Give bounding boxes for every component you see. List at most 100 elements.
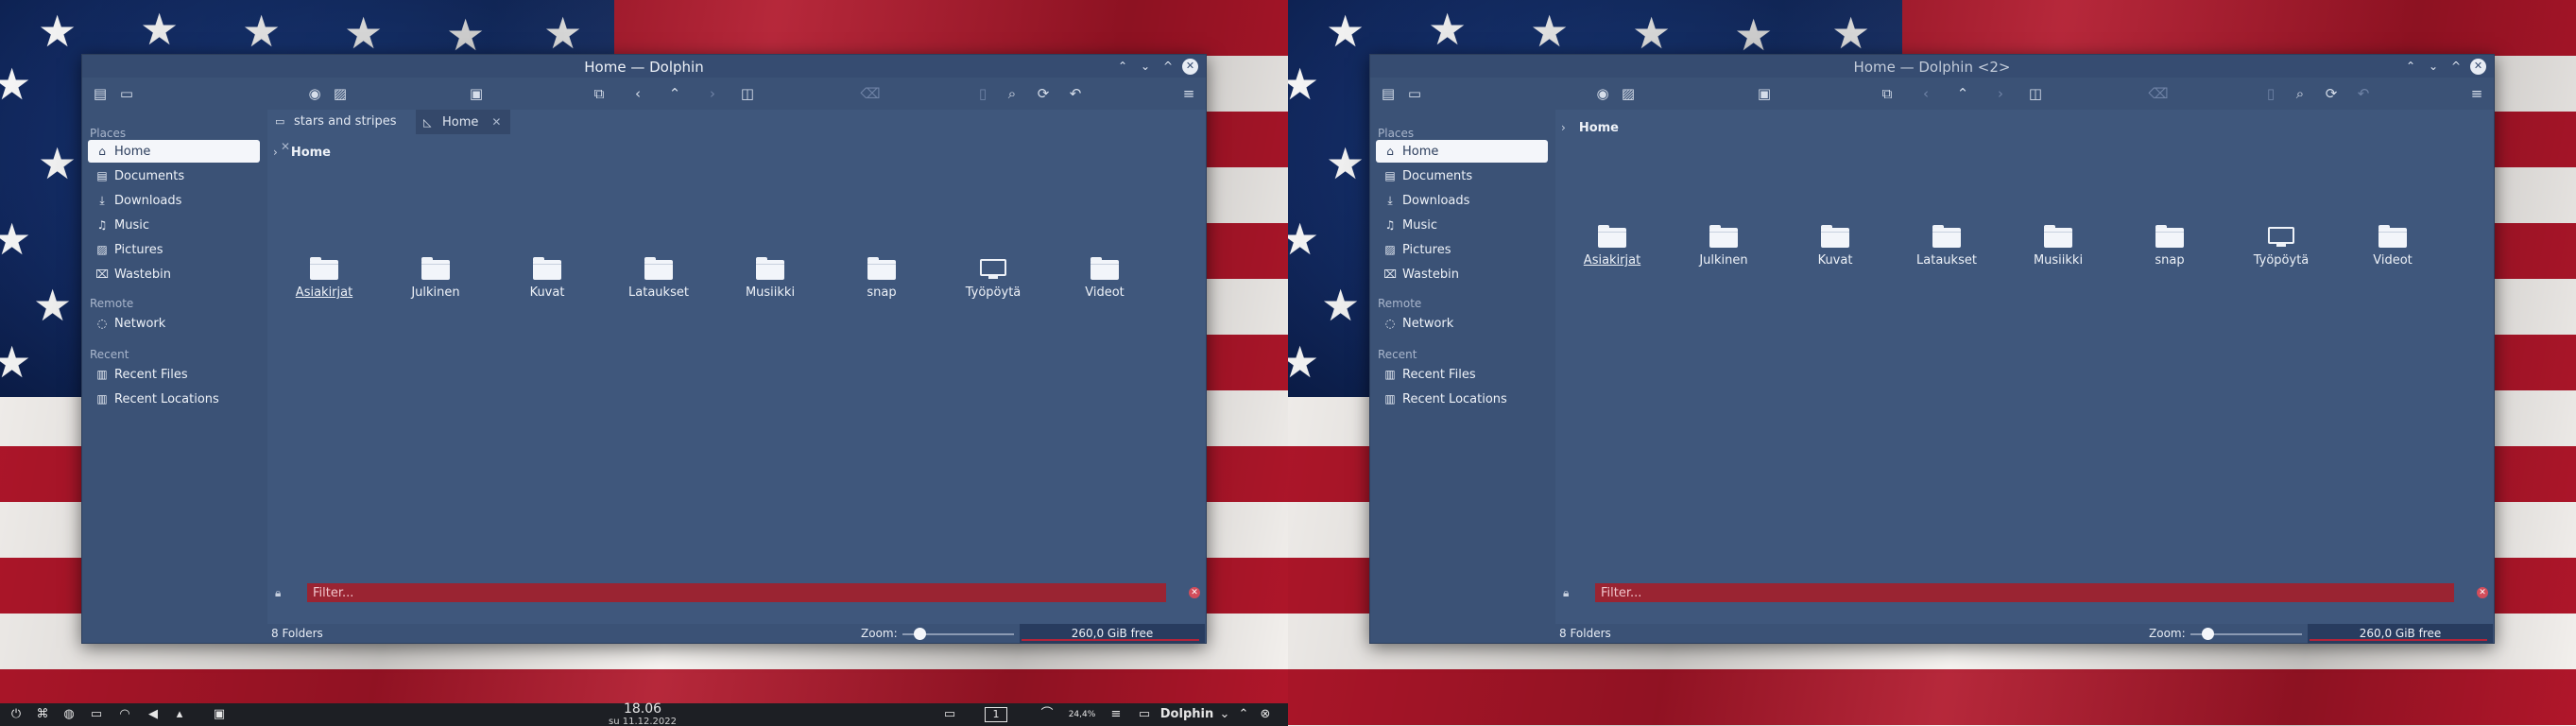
sidebar-item-home[interactable]: ⌂ Home	[1376, 140, 1548, 163]
terminal-icon[interactable]: ▣	[466, 83, 487, 104]
image-icon[interactable]: ▨	[330, 83, 351, 104]
up-icon[interactable]: ⌃	[1952, 83, 1973, 104]
minimize-button[interactable]: ⌄	[2426, 59, 2441, 74]
filter-input[interactable]	[307, 583, 1166, 602]
free-space-indicator[interactable]: 260,0 GiB free	[1020, 624, 1205, 643]
close-tab-icon[interactable]: ✕	[491, 110, 501, 134]
power-icon[interactable]: ⏻	[8, 705, 25, 724]
up-icon[interactable]: ⌃	[664, 83, 685, 104]
keep-above-button[interactable]: ⌃	[2403, 59, 2418, 74]
breadcrumb[interactable]: › Home	[1561, 119, 1619, 136]
clear-filter-icon[interactable]: ✕	[2477, 587, 2488, 598]
panel-icon[interactable]: ▭	[116, 83, 137, 104]
folder-item[interactable]: Asiakirjat	[282, 257, 367, 300]
sidebar-item-home[interactable]: ⌂ Home	[88, 140, 260, 163]
folder-item[interactable]: Musiikki	[2016, 225, 2101, 268]
maximize-button[interactable]: ^	[1160, 59, 1176, 74]
sidebar-toggle-icon[interactable]: ▤	[90, 83, 111, 104]
trash-icon[interactable]: ⌫	[860, 83, 881, 104]
sidebar-item-music[interactable]: ♫ Music	[1376, 214, 1548, 236]
copy-icon[interactable]: ▯	[972, 83, 993, 104]
tab-stars-and-stripes[interactable]: ▭ stars and stripes✕	[267, 110, 415, 153]
split-view-icon[interactable]: ◫	[737, 83, 758, 104]
zoom-slider-handle[interactable]	[913, 628, 926, 640]
sidebar-item-downloads[interactable]: ⤓ Downloads	[1376, 189, 1548, 212]
sidebar-item-pictures[interactable]: ▨ Pictures	[1376, 238, 1548, 261]
copy-icon[interactable]: ▯	[2260, 83, 2281, 104]
undo-icon[interactable]: ↶	[2353, 83, 2374, 104]
zoom-slider-handle[interactable]	[2201, 628, 2214, 640]
volume-icon[interactable]: ◀	[144, 705, 163, 724]
sidebar-item-downloads[interactable]: ⤓ Downloads	[88, 189, 260, 212]
terminal-icon[interactable]: ▣	[1754, 83, 1775, 104]
sidebar-item-pictures[interactable]: ▨ Pictures	[88, 238, 260, 261]
filter-input[interactable]	[1595, 583, 2454, 602]
sidebar-item-documents[interactable]: ▤ Documents	[88, 164, 260, 187]
folder-item[interactable]: Videot	[1062, 257, 1147, 300]
new-tab-icon[interactable]: ⧉	[589, 83, 610, 104]
sidebar-item-recent-files[interactable]: ▥ Recent Files	[88, 363, 260, 386]
clock[interactable]: 18.06 su 11.12.2022	[600, 702, 685, 726]
tab-home[interactable]: ◺ Home ✕	[416, 110, 510, 134]
new-tab-icon[interactable]: ⧉	[1877, 83, 1898, 104]
sidebar-item-documents[interactable]: ▤ Documents	[1376, 164, 1548, 187]
sidebar-item-network[interactable]: ◌ Network	[1376, 312, 1548, 335]
sidebar-toggle-icon[interactable]: ▤	[1378, 83, 1399, 104]
panel-icon[interactable]: ▭	[1404, 83, 1425, 104]
forward-icon[interactable]: ›	[702, 83, 723, 104]
folder-item[interactable]: Työpöytä	[951, 257, 1036, 300]
dolphin-launcher-icon[interactable]: ▣	[208, 705, 231, 724]
window-switcher-icon[interactable]: ▭	[940, 705, 959, 724]
breadcrumb-home[interactable]: Home	[1579, 121, 1619, 135]
search-icon[interactable]: ⌕	[1002, 83, 1022, 104]
display-icon[interactable]: ▭	[87, 705, 106, 724]
folder-item[interactable]: Lataukset	[1904, 225, 1989, 268]
free-space-indicator[interactable]: 260,0 GiB free	[2308, 624, 2493, 643]
clear-filter-icon[interactable]: ✕	[1189, 587, 1200, 598]
sidebar-item-wastebin[interactable]: ⌧ Wastebin	[88, 263, 260, 285]
split-view-icon[interactable]: ◫	[2025, 83, 2046, 104]
desktop-pager[interactable]: 1	[985, 707, 1007, 722]
folder-item[interactable]: Musiikki	[728, 257, 813, 300]
back-icon[interactable]: ‹	[1915, 83, 1936, 104]
reload-icon[interactable]: ⟳	[2321, 83, 2342, 104]
task-folder-icon[interactable]: ▭	[1136, 705, 1153, 724]
wifi-icon[interactable]: ◠	[115, 705, 134, 724]
menu-icon[interactable]: ≡	[1178, 83, 1199, 104]
sidebar-item-recent-locations[interactable]: ▥ Recent Locations	[88, 388, 260, 410]
preview-icon[interactable]: ◉	[1592, 83, 1613, 104]
sidebar-item-network[interactable]: ◌ Network	[88, 312, 260, 335]
sidebar-item-wastebin[interactable]: ⌧ Wastebin	[1376, 263, 1548, 285]
search-icon[interactable]: ⌕	[2290, 83, 2310, 104]
folder-item[interactable]: Työpöytä	[2239, 225, 2324, 268]
close-button[interactable]: ✕	[1182, 59, 1198, 75]
sidebar-item-recent-files[interactable]: ▥ Recent Files	[1376, 363, 1548, 386]
close-task-icon[interactable]: ⊗	[1257, 705, 1274, 724]
folder-item[interactable]: Asiakirjat	[1570, 225, 1655, 268]
active-task-title[interactable]: Dolphin	[1159, 705, 1215, 724]
clip-icon[interactable]: ⌘	[34, 705, 51, 724]
task-list-icon[interactable]: ≡	[1108, 705, 1125, 724]
back-icon[interactable]: ‹	[627, 83, 648, 104]
chevron-down-icon[interactable]: ⌄	[1217, 705, 1232, 724]
folder-item[interactable]: Videot	[2350, 225, 2435, 268]
lock-icon[interactable]: 🔒︎	[275, 586, 281, 600]
cpu-graph-icon[interactable]: ⌒	[1038, 705, 1056, 724]
forward-icon[interactable]: ›	[1990, 83, 2011, 104]
folder-item[interactable]: Julkinen	[393, 257, 478, 300]
sidebar-item-recent-locations[interactable]: ▥ Recent Locations	[1376, 388, 1548, 410]
lightbulb-icon[interactable]: ◍	[60, 705, 77, 724]
maximize-button[interactable]: ^	[2448, 59, 2464, 74]
folder-item[interactable]: snap	[2127, 225, 2212, 268]
titlebar[interactable]: Home — Dolphin <2> ⌃ ⌄ ^ ✕	[1370, 55, 2494, 78]
keep-above-button[interactable]: ⌃	[1115, 59, 1130, 74]
lock-icon[interactable]: 🔒︎	[1563, 586, 1569, 600]
trash-icon[interactable]: ⌫	[2148, 83, 2169, 104]
folder-item[interactable]: snap	[839, 257, 924, 300]
minimize-button[interactable]: ⌄	[1138, 59, 1153, 74]
sidebar-item-music[interactable]: ♫ Music	[88, 214, 260, 236]
expand-tray-icon[interactable]: ▴	[172, 705, 187, 724]
titlebar[interactable]: Home — Dolphin ⌃ ⌄ ^ ✕	[82, 55, 1206, 78]
menu-icon[interactable]: ≡	[2466, 83, 2487, 104]
breadcrumb[interactable]: › Home	[273, 144, 331, 161]
